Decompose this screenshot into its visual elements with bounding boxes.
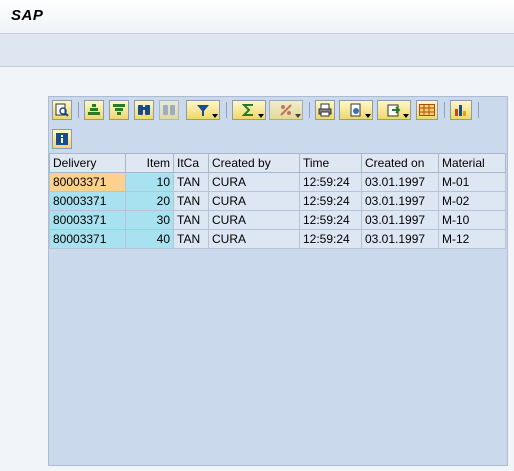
alv-grid-panel: Delivery Item ItCa Created by Time Creat… <box>48 96 508 466</box>
cell-created-by[interactable]: CURA <box>208 210 300 230</box>
cell-delivery[interactable]: 80003371 <box>49 172 126 192</box>
cell-material[interactable]: M-10 <box>438 210 506 230</box>
chevron-down-icon <box>295 114 301 118</box>
column-header-created-by[interactable]: Created by <box>208 153 300 173</box>
cell-created-by[interactable]: CURA <box>208 172 300 192</box>
sort-descending-icon <box>112 103 126 117</box>
table-row[interactable]: 80003371 30 TAN CURA 12:59:24 03.01.1997… <box>49 210 506 230</box>
title-bar: SAP <box>0 0 514 34</box>
details-icon <box>55 103 69 117</box>
cell-created-on[interactable]: 03.01.1997 <box>361 210 439 230</box>
cell-created-by[interactable]: CURA <box>208 229 300 249</box>
info-button[interactable] <box>52 129 72 149</box>
find-next-icon <box>162 103 176 117</box>
toolbar-separator <box>226 102 227 118</box>
total-icon <box>242 103 256 117</box>
cell-itca[interactable]: TAN <box>173 210 209 230</box>
chevron-down-icon <box>258 114 264 118</box>
column-header-item[interactable]: Item <box>125 153 174 173</box>
info-icon <box>55 132 69 146</box>
cell-created-on[interactable]: 03.01.1997 <box>361 172 439 192</box>
total-button[interactable] <box>232 100 266 120</box>
toolbar-separator <box>309 102 310 118</box>
toolbar-separator <box>78 102 79 118</box>
toolbar-separator <box>478 102 479 118</box>
subtotals-icon <box>279 103 293 117</box>
table-row[interactable]: 80003371 20 TAN CURA 12:59:24 03.01.1997… <box>49 191 506 211</box>
send-icon <box>387 103 401 117</box>
cell-delivery[interactable]: 80003371 <box>49 229 126 249</box>
column-header-created-on[interactable]: Created on <box>361 153 439 173</box>
export-icon <box>349 103 363 117</box>
cell-delivery[interactable]: 80003371 <box>49 191 126 211</box>
layout-button[interactable] <box>416 100 438 120</box>
find-next-button[interactable] <box>159 100 179 120</box>
print-preview-button[interactable] <box>315 100 335 120</box>
cell-created-on[interactable]: 03.01.1997 <box>361 191 439 211</box>
cell-time[interactable]: 12:59:24 <box>299 191 362 211</box>
cell-created-by[interactable]: CURA <box>208 191 300 211</box>
cell-created-on[interactable]: 03.01.1997 <box>361 229 439 249</box>
sort-ascending-button[interactable] <box>84 100 104 120</box>
alv-toolbar <box>49 99 507 123</box>
find-button[interactable] <box>134 100 154 120</box>
set-filter-button[interactable] <box>186 100 220 120</box>
sort-descending-button[interactable] <box>109 100 129 120</box>
column-header-itca[interactable]: ItCa <box>173 153 209 173</box>
find-icon <box>137 103 151 117</box>
export-button[interactable] <box>339 100 373 120</box>
table-row[interactable]: 80003371 40 TAN CURA 12:59:24 03.01.1997… <box>49 229 506 249</box>
layout-icon <box>419 104 435 116</box>
window-title: SAP <box>11 7 44 24</box>
cell-item[interactable]: 40 <box>125 229 174 249</box>
details-button[interactable] <box>52 100 72 120</box>
chart-icon <box>454 103 468 117</box>
cell-time[interactable]: 12:59:24 <box>299 210 362 230</box>
column-header-time[interactable]: Time <box>299 153 362 173</box>
application-toolbar <box>0 34 514 67</box>
delivery-items-table: Delivery Item ItCa Created by Time Creat… <box>49 153 506 249</box>
print-icon <box>318 103 332 117</box>
cell-time[interactable]: 12:59:24 <box>299 172 362 192</box>
cell-itca[interactable]: TAN <box>173 191 209 211</box>
cell-material[interactable]: M-01 <box>438 172 506 192</box>
sort-ascending-icon <box>87 103 101 117</box>
cell-material[interactable]: M-12 <box>438 229 506 249</box>
table-header-row: Delivery Item ItCa Created by Time Creat… <box>49 153 506 173</box>
cell-itca[interactable]: TAN <box>173 229 209 249</box>
chevron-down-icon <box>365 114 371 118</box>
subtotals-button[interactable] <box>269 100 303 120</box>
cell-item[interactable]: 30 <box>125 210 174 230</box>
cell-time[interactable]: 12:59:24 <box>299 229 362 249</box>
send-button[interactable] <box>377 100 411 120</box>
cell-item[interactable]: 20 <box>125 191 174 211</box>
table-row[interactable]: 80003371 10 TAN CURA 12:59:24 03.01.1997… <box>49 172 506 192</box>
column-header-delivery[interactable]: Delivery <box>49 153 126 173</box>
cell-delivery[interactable]: 80003371 <box>49 210 126 230</box>
set-filter-icon <box>196 103 210 117</box>
column-header-material[interactable]: Material <box>438 153 506 173</box>
chevron-down-icon <box>212 114 218 118</box>
chart-button[interactable] <box>450 100 472 120</box>
toolbar-separator <box>444 102 445 118</box>
cell-itca[interactable]: TAN <box>173 172 209 192</box>
chevron-down-icon <box>403 114 409 118</box>
cell-item[interactable]: 10 <box>125 172 174 192</box>
cell-material[interactable]: M-02 <box>438 191 506 211</box>
